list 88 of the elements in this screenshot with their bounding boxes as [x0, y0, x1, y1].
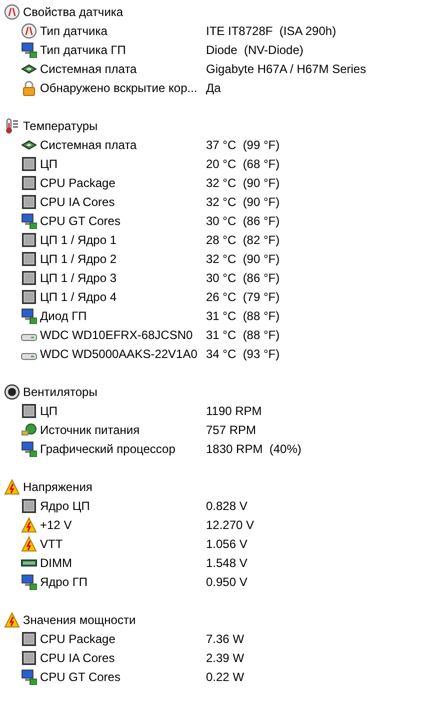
sensor-value: 32 °C (90 °F): [206, 174, 280, 192]
sensor-value: 1.056 V: [206, 536, 248, 552]
sensor-label: VTT: [40, 536, 63, 552]
sensor-value: 37 °C (99 °F): [206, 136, 280, 154]
warning-icon: [4, 478, 20, 494]
warning-icon: [4, 612, 20, 628]
section-header[interactable]: Вентиляторы: [23, 382, 98, 400]
sensor-value: Gigabyte H67A / H67M Series: [206, 60, 366, 78]
sensor-value: 757 RPM: [206, 422, 256, 438]
sensor-value: 0.950 V: [206, 574, 248, 590]
thermometer-icon: [4, 118, 20, 134]
chip-icon: [21, 630, 37, 646]
monitor-icon: [21, 668, 37, 684]
sensor-value: 28 °C (82 °F): [206, 232, 280, 248]
sensor-value: Diode (NV-Diode): [206, 42, 304, 58]
sensor-label: DIMM: [40, 554, 72, 572]
monitor-icon: [21, 212, 37, 228]
sensor-value: 0.828 V: [206, 498, 248, 514]
sensor-label: ЦП 1 / Ядро 4: [40, 288, 117, 306]
section-header[interactable]: Температуры: [23, 116, 98, 134]
chip-icon: [21, 498, 37, 514]
sensor-value: ITE IT8728F (ISA 290h): [206, 22, 336, 40]
sensor-label: CPU IA Cores: [40, 650, 115, 666]
monitor-icon: [21, 308, 37, 324]
sensor-label: Тип датчика ГП: [40, 42, 126, 58]
chip-icon: [21, 650, 37, 666]
lock-icon: [21, 80, 37, 96]
sensor-label: CPU Package: [40, 174, 116, 192]
sensor-value: 20 °C (68 °F): [206, 156, 280, 172]
drive-icon: [21, 334, 37, 340]
chip-icon: [21, 156, 37, 172]
gauge-icon: [21, 22, 37, 38]
sensor-value: 26 °C (79 °F): [206, 288, 280, 306]
sensor-value: 1.548 V: [206, 554, 248, 572]
sensor-value: 1190 RPM: [206, 402, 262, 420]
chip-icon: [21, 250, 37, 266]
fan-icon: [4, 384, 20, 400]
sensor-value: 30 °C (86 °F): [206, 270, 280, 286]
sensor-value: 32 °C (90 °F): [206, 194, 280, 210]
sensor-value: 31 °C (88 °F): [206, 326, 280, 344]
sensor-value: 7.36 W: [206, 630, 244, 648]
sensor-value: 34 °C (93 °F): [206, 346, 280, 362]
monitor-icon: [21, 42, 37, 58]
power-plug-icon: [21, 422, 37, 438]
chip-icon: [21, 402, 37, 418]
sensor-label: WDC WD10EFRX-68JCSN0: [40, 326, 193, 344]
warning-icon: [21, 516, 37, 532]
chip-icon: [21, 270, 37, 286]
sensor-value: Да: [206, 80, 221, 96]
sensor-label: CPU IA Cores: [40, 194, 115, 210]
sensor-value: 1830 RPM (40%): [206, 440, 302, 458]
section-header[interactable]: Значения мощности: [23, 610, 136, 628]
sensor-label: Ядро ЦП: [40, 498, 90, 514]
sensor-label: CPU GT Cores: [40, 668, 120, 686]
sensor-value: 30 °C (86 °F): [206, 212, 280, 230]
sensor-label: Системная плата: [40, 136, 137, 154]
sensor-label: +12 V: [40, 516, 72, 534]
sensor-label: ЦП 1 / Ядро 3: [40, 270, 117, 286]
sensor-value: 2.39 W: [206, 650, 244, 666]
chip-icon: [21, 174, 37, 190]
sensor-label: ЦП: [40, 402, 58, 420]
sensor-label: CPU Package: [40, 630, 116, 648]
monitor-icon: [21, 574, 37, 590]
section-header[interactable]: Свойства датчика: [23, 2, 124, 20]
sensor-value: 0.22 W: [206, 668, 244, 686]
sensor-label: WDC WD5000AAKS-22V1A0: [40, 346, 198, 362]
sensor-label: Диод ГП: [40, 308, 87, 324]
chip-icon: [21, 194, 37, 210]
monitor-icon: [21, 440, 37, 456]
gauge-icon: [4, 4, 20, 20]
sensor-value: 12.270 V: [206, 516, 254, 534]
warning-icon: [21, 536, 37, 552]
sensor-label: ЦП 1 / Ядро 2: [40, 250, 117, 268]
sensor-label: ЦП: [40, 156, 58, 172]
chip-icon: [21, 232, 37, 248]
sensor-label: Тип датчика: [40, 22, 108, 40]
sensor-label: Ядро ГП: [40, 574, 88, 590]
sensor-label: Графический процессор: [40, 440, 176, 458]
sensor-value: 31 °C (88 °F): [206, 308, 280, 324]
section-header[interactable]: Напряжения: [23, 478, 92, 496]
sensor-value: 32 °C (90 °F): [206, 250, 280, 268]
sensor-label: Источник питания: [40, 422, 140, 438]
chip-icon: [21, 288, 37, 304]
sensor-label: ЦП 1 / Ядро 1: [40, 232, 117, 248]
drive-icon: [21, 352, 37, 360]
sensor-label: Обнаружено вскрытие кор...: [40, 80, 198, 96]
sensor-label: Системная плата: [40, 60, 137, 78]
sensor-label: CPU GT Cores: [40, 212, 120, 230]
